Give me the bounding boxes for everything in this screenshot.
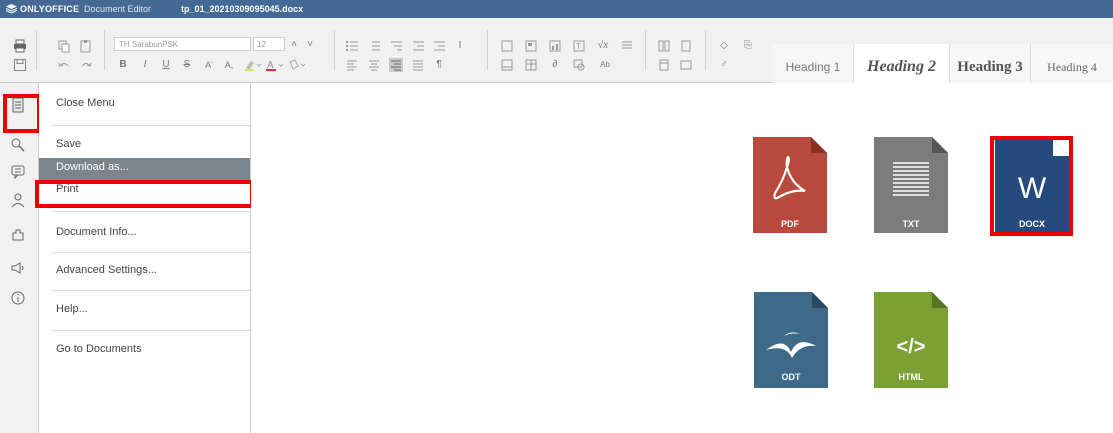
menu-close-menu[interactable]: Close Menu (39, 85, 250, 122)
title-bar: ONLYOFFICE Document Editor tp_01_2021030… (0, 0, 1113, 18)
line-spacing-icon[interactable]: I (453, 39, 467, 53)
toolbar-separator (705, 30, 706, 70)
menu-document-info[interactable]: Document Info... (39, 214, 250, 251)
download-formats-panel (251, 83, 1113, 433)
copy-style-icon[interactable]: ⎘ (741, 39, 755, 53)
align-right-icon[interactable] (389, 58, 403, 72)
feedback-icon[interactable] (10, 260, 26, 276)
app-name: Document Editor (84, 4, 152, 14)
page-size-icon[interactable] (679, 39, 693, 53)
insert-chart-icon[interactable] (548, 39, 562, 53)
orientation-icon[interactable] (679, 58, 693, 72)
insert-footnote-icon[interactable] (500, 58, 514, 72)
toolbar-separator (334, 30, 335, 70)
highlight-file-menu (3, 94, 41, 133)
increase-font-icon[interactable]: ˄ (287, 38, 301, 52)
undo-icon[interactable] (57, 58, 71, 72)
onlyoffice-logo-icon (6, 4, 17, 14)
pdf-label: PDF (781, 219, 800, 229)
menu-download-as[interactable]: Download as... (39, 158, 250, 180)
bold-icon[interactable]: B (117, 58, 129, 72)
save-icon[interactable] (13, 58, 27, 72)
columns-icon[interactable] (657, 39, 671, 53)
hyperlink-icon[interactable]: ∂ (548, 58, 562, 72)
menu-divider (51, 211, 250, 212)
html-label: HTML (899, 372, 924, 382)
align-center-icon[interactable] (367, 58, 381, 72)
page-break-icon[interactable] (500, 39, 514, 53)
strikethrough-icon[interactable]: S (181, 58, 193, 72)
odt-label: ODT (782, 372, 802, 382)
underline-icon[interactable]: U (160, 58, 172, 72)
brand-name: ONLYOFFICE (20, 4, 80, 14)
left-sidebar (0, 83, 39, 433)
menu-advanced-settings[interactable]: Advanced Settings... (39, 252, 250, 289)
font-color-icon[interactable]: A (265, 58, 285, 72)
download-pdf-button[interactable]: PDF (753, 137, 827, 233)
text-art-icon[interactable]: Ab (596, 58, 614, 72)
highlight-print (35, 180, 254, 208)
decrease-indent-icon[interactable] (411, 39, 425, 53)
print-icon[interactable] (13, 39, 27, 53)
shading-icon[interactable] (287, 58, 307, 72)
toolbar-separator (487, 30, 488, 70)
clear-style-icon[interactable]: ◇ (717, 39, 731, 53)
redo-icon[interactable] (79, 58, 93, 72)
bullet-list-icon[interactable] (345, 39, 359, 53)
download-html-button[interactable]: </> HTML (874, 292, 948, 388)
superscript-icon[interactable]: A' (202, 58, 216, 72)
justify-icon[interactable] (411, 58, 425, 72)
change-color-scheme-icon[interactable]: ♂ (717, 58, 731, 72)
paste-icon[interactable] (79, 39, 93, 53)
font-size-select[interactable]: 12 (253, 37, 285, 51)
margins-icon[interactable] (657, 58, 671, 72)
copy-icon[interactable] (57, 39, 71, 53)
toolbar-separator (104, 30, 105, 70)
document-title: tp_01_20210309095045.docx (181, 4, 304, 14)
decrease-font-icon[interactable]: ˅ (303, 38, 317, 52)
font-name-select[interactable]: TH SarabunPSK (114, 37, 251, 51)
insert-textbox-icon[interactable]: T (572, 39, 586, 53)
search-icon[interactable] (10, 137, 26, 153)
svg-text:T: T (576, 42, 581, 51)
highlight-docx (990, 136, 1073, 236)
code-tag-icon: </> (897, 336, 926, 358)
file-menu-panel: Close Menu Save Download as... Print Doc… (39, 83, 251, 433)
increase-indent-icon[interactable] (432, 39, 446, 53)
insert-dropcap-icon[interactable] (620, 39, 634, 53)
toolbar-separator (36, 30, 37, 70)
highlight-color-icon[interactable] (243, 58, 263, 72)
menu-go-to-documents[interactable]: Go to Documents (39, 331, 250, 368)
plugins-icon[interactable] (10, 227, 26, 243)
chat-icon[interactable] (10, 192, 26, 208)
txt-label: TXT (903, 219, 921, 229)
align-left-icon[interactable] (345, 58, 359, 72)
subscript-icon[interactable]: A, (222, 58, 236, 72)
menu-help[interactable]: Help... (39, 291, 250, 328)
multilevel-list-icon[interactable] (389, 39, 403, 53)
nonprinting-chars-icon[interactable]: ¶ (432, 58, 446, 72)
toolbar: TH SarabunPSK 12 ˄ ˅ B I U S A' A, A I ¶… (0, 18, 1113, 90)
download-txt-button[interactable]: TXT (874, 137, 948, 233)
toolbar-separator (645, 30, 646, 70)
italic-icon[interactable]: I (139, 58, 151, 72)
insert-image-icon[interactable] (524, 39, 538, 53)
about-icon[interactable] (10, 290, 26, 306)
numbered-list-icon[interactable] (367, 39, 381, 53)
insert-equation-icon[interactable]: √x (596, 39, 610, 53)
insert-table-icon[interactable] (524, 58, 538, 72)
insert-shape-icon[interactable] (572, 58, 586, 72)
comment-icon[interactable] (10, 164, 26, 180)
download-odt-button[interactable]: ODT (754, 292, 828, 388)
